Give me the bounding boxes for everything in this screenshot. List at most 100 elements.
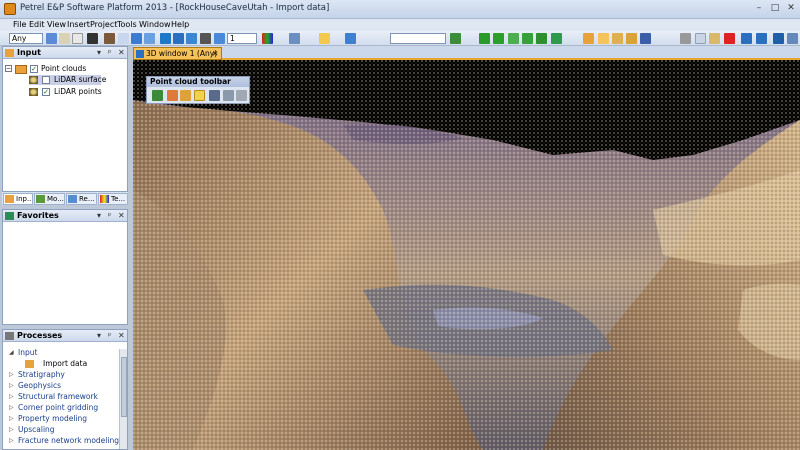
scrollbar-thumb[interactable]: [121, 357, 127, 417]
close-tab-icon[interactable]: ✕: [212, 48, 218, 59]
menu-edit[interactable]: Edit: [29, 19, 45, 31]
model-icon: [36, 195, 45, 203]
expand-icon[interactable]: ◢: [9, 347, 14, 358]
close-icon[interactable]: ✕: [118, 330, 125, 342]
paste-icon[interactable]: [709, 33, 720, 44]
number-combo[interactable]: 1: [227, 33, 257, 44]
menu-tools[interactable]: Tools: [117, 19, 137, 31]
pin-icon[interactable]: ᵖ: [108, 330, 111, 342]
point-cloud-render: [133, 60, 800, 450]
rotate-icon[interactable]: [160, 33, 171, 44]
pc-settings-icon[interactable]: [236, 90, 247, 101]
viewer-3d[interactable]: [133, 60, 800, 450]
print-icon[interactable]: [104, 33, 115, 44]
panel-tabstrip: Inp... Mo... Re... Te...: [2, 192, 128, 205]
nav-green3-icon[interactable]: [536, 33, 547, 44]
export-icon[interactable]: [626, 33, 637, 44]
tab-templates[interactable]: Te...: [98, 193, 128, 205]
templates-icon: [100, 195, 109, 203]
nav-green-icon[interactable]: [508, 33, 519, 44]
expand-icon[interactable]: ▷: [9, 402, 14, 413]
zoom-icon[interactable]: [186, 33, 197, 44]
camera-icon[interactable]: [87, 33, 98, 44]
menu-help[interactable]: Help: [171, 19, 189, 31]
expand-icon[interactable]: ▷: [9, 380, 14, 391]
nav-green2-icon[interactable]: [522, 33, 533, 44]
minimize-button[interactable]: –: [752, 3, 766, 15]
results-icon: [68, 195, 77, 203]
tab-models[interactable]: Mo...: [34, 193, 65, 205]
close-icon[interactable]: ✕: [118, 210, 125, 222]
pin-icon[interactable]: ᵖ: [108, 47, 111, 59]
point-clouds-checkbox[interactable]: ✓: [30, 65, 38, 73]
film-icon[interactable]: [200, 33, 211, 44]
pc-surface-icon[interactable]: [223, 90, 234, 101]
down-green-icon[interactable]: [479, 33, 490, 44]
processes-scrollbar[interactable]: [119, 349, 127, 449]
more-icon[interactable]: [787, 33, 798, 44]
pin-icon[interactable]: ᵖ: [108, 210, 111, 222]
scissors-icon[interactable]: [680, 33, 691, 44]
close-icon[interactable]: ✕: [118, 47, 125, 59]
expand-icon[interactable]: ▷: [9, 391, 14, 402]
copy-icon[interactable]: [695, 33, 706, 44]
light-icon[interactable]: [214, 33, 225, 44]
apply-icon[interactable]: [450, 33, 461, 44]
menu-window[interactable]: Window: [139, 19, 171, 31]
pc-sample-icon[interactable]: [209, 90, 220, 101]
window-3d-icon: [136, 50, 144, 58]
expand-icon[interactable]: ▷: [9, 424, 14, 435]
folder-icon: [15, 65, 27, 74]
point-cloud-toolbar[interactable]: Point cloud toolbar: [146, 76, 250, 104]
tab-results[interactable]: Re...: [66, 193, 97, 205]
expand-icon[interactable]: ▷: [9, 435, 14, 446]
maximize-button[interactable]: □: [768, 3, 782, 15]
expand-icon[interactable]: ▷: [9, 413, 14, 424]
axis-icon[interactable]: [173, 33, 184, 44]
delete-icon[interactable]: [724, 33, 735, 44]
menu-view[interactable]: View: [47, 19, 66, 31]
undo-icon[interactable]: [741, 33, 752, 44]
menu-project[interactable]: Project: [90, 19, 117, 31]
menu-insert[interactable]: Insert: [67, 19, 90, 31]
new-project-icon[interactable]: [583, 33, 594, 44]
color-table-icon[interactable]: [262, 33, 273, 44]
redo-icon[interactable]: [756, 33, 767, 44]
tab-3d-window[interactable]: 3D window 1 (Any) ✕: [133, 47, 222, 60]
pc-paint-icon[interactable]: [180, 90, 191, 101]
select-icon[interactable]: [319, 33, 330, 44]
close-window-button[interactable]: ✕: [784, 3, 798, 15]
tab-input[interactable]: Inp...: [3, 193, 33, 205]
save-icon[interactable]: [640, 33, 651, 44]
info-icon[interactable]: [773, 33, 784, 44]
home-icon[interactable]: [46, 33, 57, 44]
dropdown-icon[interactable]: ▾: [97, 47, 101, 59]
point-cloud-icon: [29, 76, 38, 84]
tree-item-lidar-surface[interactable]: LiDAR surface: [29, 75, 106, 85]
domain-combo[interactable]: Any: [9, 33, 43, 44]
up-green-icon[interactable]: [493, 33, 504, 44]
perspective-icon[interactable]: [131, 33, 142, 44]
lidar-surface-checkbox[interactable]: [42, 76, 50, 84]
import-icon[interactable]: [612, 33, 623, 44]
pc-active-tool-icon[interactable]: [194, 90, 205, 101]
pc-select-icon[interactable]: [152, 90, 163, 101]
open-folder-icon[interactable]: [598, 33, 609, 44]
view-icon[interactable]: [118, 33, 129, 44]
eraser-icon[interactable]: [72, 33, 83, 44]
document-icon[interactable]: [59, 33, 70, 44]
lidar-points-checkbox[interactable]: ✓: [42, 88, 50, 96]
globe-icon[interactable]: [345, 33, 356, 44]
point-cloud-toolbar-title[interactable]: Point cloud toolbar: [147, 77, 249, 87]
pc-filter-icon[interactable]: [167, 90, 178, 101]
search-combo[interactable]: [390, 33, 446, 44]
folder-icon: [5, 195, 14, 203]
dropdown-icon[interactable]: ▾: [97, 330, 101, 342]
dropdown-icon[interactable]: ▾: [97, 210, 101, 222]
grid-icon[interactable]: [144, 33, 155, 44]
axes-icon[interactable]: [289, 33, 300, 44]
nav-green4-icon[interactable]: [551, 33, 562, 44]
expand-icon[interactable]: ▷: [9, 369, 14, 380]
menu-file[interactable]: File: [13, 19, 26, 31]
collapse-icon[interactable]: −: [5, 65, 12, 72]
